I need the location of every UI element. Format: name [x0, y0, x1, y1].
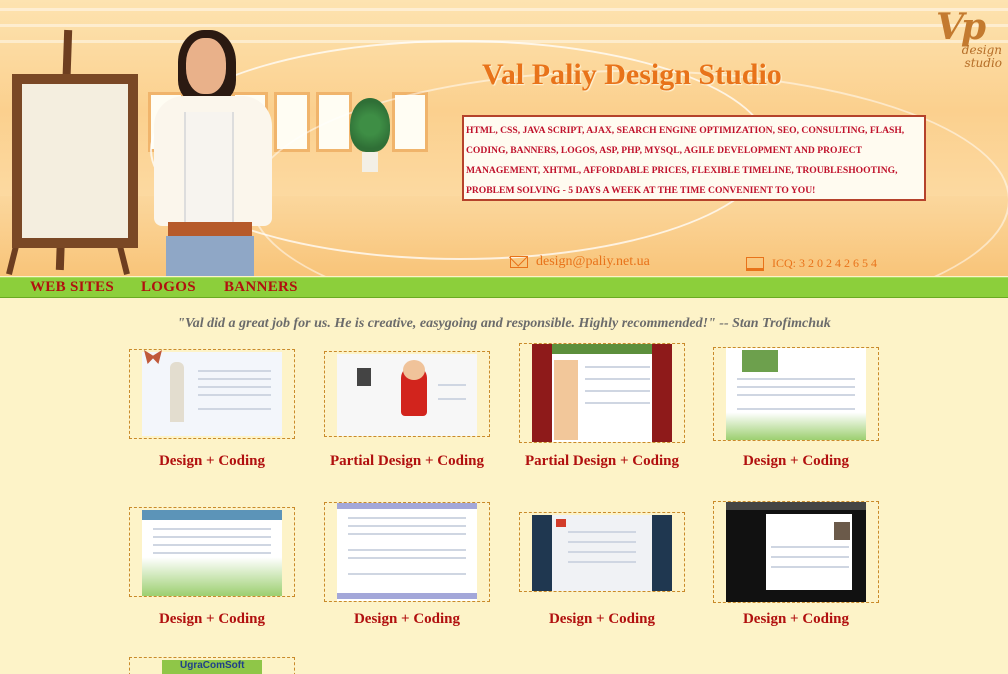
- plant-image: [350, 98, 390, 172]
- main-nav: WEB SITES LOGOS BANNERS: [0, 277, 1008, 298]
- icq-contact: ICQ: 3 2 0 2 4 2 6 5 4: [746, 256, 877, 272]
- computer-icon: [746, 257, 764, 272]
- site-title: Val Paliy Design Studio: [482, 58, 782, 91]
- header-banner: Vp design studio Val Paliy Design Studio…: [0, 0, 1008, 276]
- email-text: design@paliy.net.ua: [536, 254, 650, 269]
- caption-5[interactable]: Design + Coding: [129, 611, 295, 628]
- services-box: HTML, CSS, JAVA SCRIPT, AJAX, SEARCH ENG…: [462, 115, 926, 201]
- portfolio-thumb-2[interactable]: [324, 351, 490, 437]
- caption-4[interactable]: Design + Coding: [713, 453, 879, 470]
- nav-logos[interactable]: LOGOS: [141, 278, 196, 297]
- caption-8[interactable]: Design + Coding: [713, 611, 879, 628]
- nav-web-sites[interactable]: WEB SITES: [30, 278, 114, 297]
- caption-7[interactable]: Design + Coding: [519, 611, 685, 628]
- ceiling-line: [0, 24, 1008, 27]
- portfolio-thumb-8[interactable]: [713, 501, 879, 603]
- easel-canvas: [12, 74, 138, 248]
- mail-envelope-icon: [510, 255, 528, 268]
- icq-text: ICQ: 3 2 0 2 4 2 6 5 4: [772, 256, 877, 270]
- portfolio-thumb-4[interactable]: [713, 347, 879, 441]
- ceiling-line: [0, 8, 1008, 11]
- caption-2[interactable]: Partial Design + Coding: [324, 453, 490, 470]
- services-text: HTML, CSS, JAVA SCRIPT, AJAX, SEARCH ENG…: [466, 125, 905, 196]
- caption-3[interactable]: Partial Design + Coding: [519, 453, 685, 470]
- artist-photo: [148, 30, 298, 276]
- email-link[interactable]: design@paliy.net.ua: [510, 254, 650, 270]
- studio-logo[interactable]: Vp design studio: [936, 6, 1002, 80]
- portfolio-thumb-1[interactable]: [129, 349, 295, 439]
- logo-sub-studio: studio: [964, 56, 1002, 70]
- thumb-9-logo-text: UgraComSoft: [180, 660, 245, 671]
- logo-mark: Vp: [936, 6, 986, 48]
- caption-1[interactable]: Design + Coding: [129, 453, 295, 470]
- portfolio-thumb-5[interactable]: [129, 507, 295, 597]
- testimonial-quote: "Val did a great job for us. He is creat…: [177, 316, 831, 331]
- caption-6[interactable]: Design + Coding: [324, 611, 490, 628]
- portfolio-thumb-9[interactable]: UgraComSoft: [129, 657, 295, 674]
- portfolio-thumb-7[interactable]: [519, 512, 685, 592]
- portfolio-thumb-6[interactable]: [324, 502, 490, 602]
- portfolio-thumb-3[interactable]: [519, 343, 685, 443]
- nav-banners[interactable]: BANNERS: [224, 278, 298, 297]
